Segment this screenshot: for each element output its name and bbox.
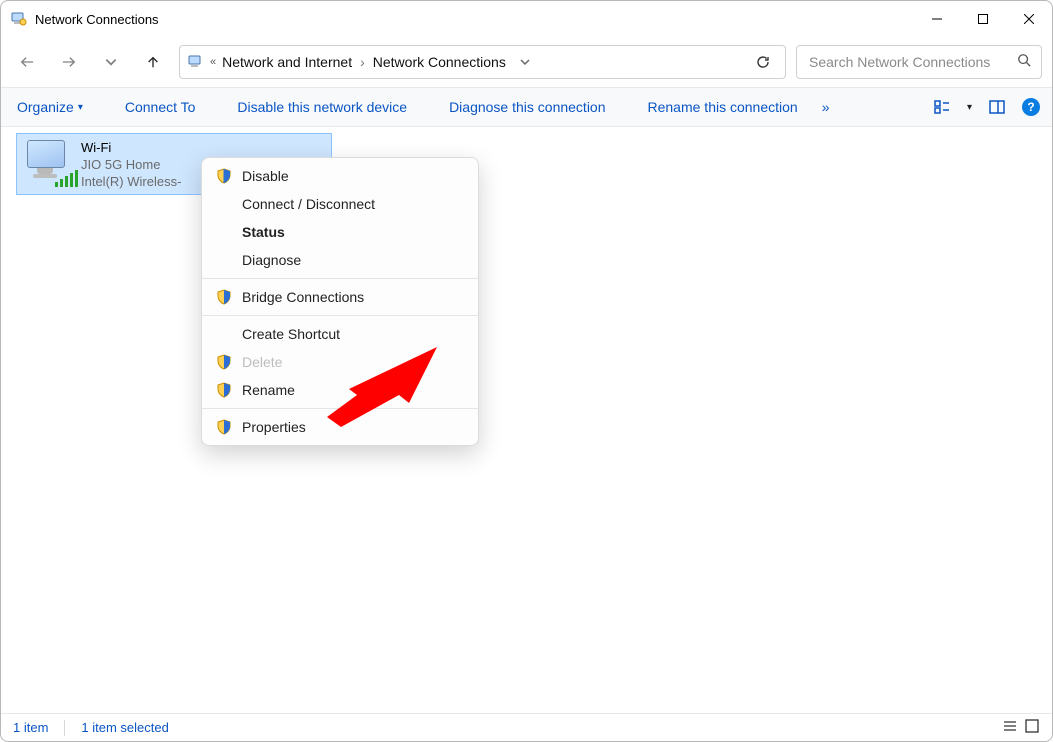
network-adapter-icon [25,140,71,186]
status-bar: 1 item 1 item selected [1,713,1052,741]
ctx-label: Properties [242,419,306,435]
ctx-label: Diagnose [242,252,301,268]
separator [202,278,478,279]
organize-label: Organize [17,99,74,115]
rename-connection-button[interactable]: Rename this connection [644,99,802,115]
separator [202,408,478,409]
ctx-label: Disable [242,168,289,184]
ctx-item-rename[interactable]: Rename [202,376,478,404]
separator [64,720,65,736]
chevron-down-icon[interactable]: ▾ [967,102,972,113]
ctx-item-bridge[interactable]: Bridge Connections [202,283,478,311]
shield-icon [216,289,232,305]
view-options-button[interactable] [933,98,951,116]
breadcrumb-sep-icon[interactable]: › [358,54,367,70]
breadcrumb-seg-1[interactable]: Network and Internet [222,54,352,70]
ctx-label: Connect / Disconnect [242,196,375,212]
back-button[interactable] [11,46,43,78]
separator [202,315,478,316]
connect-to-button[interactable]: Connect To [121,99,200,115]
ctx-item-disable[interactable]: Disable [202,162,478,190]
disable-device-button[interactable]: Disable this network device [233,99,411,115]
forward-button[interactable] [53,46,85,78]
status-selected-count: 1 item selected [81,720,168,735]
adapter-name: Wi-Fi [81,140,181,155]
window-title: Network Connections [35,12,159,27]
app-icon [11,11,27,27]
toolbar-overflow-button[interactable]: » [822,99,830,115]
ctx-label: Create Shortcut [242,326,340,342]
shield-icon [216,168,232,184]
refresh-button[interactable] [747,46,779,78]
address-overflow-icon[interactable]: « [210,56,216,68]
organize-menu[interactable]: Organize ▾ [13,99,87,115]
command-bar: Organize ▾ Connect To Disable this netwo… [1,87,1052,127]
adapter-device: Intel(R) Wireless- [81,174,181,189]
address-history-dropdown[interactable] [512,56,538,68]
help-button[interactable]: ? [1022,98,1040,116]
search-input[interactable] [807,53,1009,71]
window-frame: Network Connections « Network and Intern… [0,0,1053,742]
preview-pane-button[interactable] [988,98,1006,116]
breadcrumb-seg-2[interactable]: Network Connections [373,54,506,70]
maximize-button[interactable] [960,1,1006,37]
close-button[interactable] [1006,1,1052,37]
status-item-count: 1 item [13,720,48,735]
shield-icon [216,354,232,370]
ctx-item-diagnose[interactable]: Diagnose [202,246,478,274]
nav-row: « Network and Internet › Network Connect… [1,37,1052,87]
up-button[interactable] [137,46,169,78]
chevron-down-icon: ▾ [78,102,83,113]
title-bar: Network Connections [1,1,1052,37]
ctx-label: Delete [242,354,282,370]
ctx-label: Rename [242,382,295,398]
ctx-item-status[interactable]: Status [202,218,478,246]
shield-icon [216,419,232,435]
ctx-item-delete: Delete [202,348,478,376]
recent-dropdown[interactable] [95,46,127,78]
search-icon[interactable] [1017,53,1031,72]
diagnose-button[interactable]: Diagnose this connection [445,99,609,115]
address-icon [188,54,204,70]
ctx-item-shortcut[interactable]: Create Shortcut [202,320,478,348]
adapter-network: JIO 5G Home [81,157,181,172]
minimize-button[interactable] [914,1,960,37]
content-area: Wi-Fi JIO 5G Home Intel(R) Wireless- Dis… [1,127,1052,713]
thumbnails-view-button[interactable] [1024,718,1040,737]
ctx-label: Bridge Connections [242,289,364,305]
address-bar[interactable]: « Network and Internet › Network Connect… [179,45,786,79]
ctx-item-properties[interactable]: Properties [202,413,478,441]
ctx-item-connect[interactable]: Connect / Disconnect [202,190,478,218]
ctx-label: Status [242,224,285,240]
search-box[interactable] [796,45,1042,79]
details-view-button[interactable] [1002,718,1018,737]
shield-icon [216,382,232,398]
context-menu: Disable Connect / Disconnect Status Diag… [201,157,479,446]
